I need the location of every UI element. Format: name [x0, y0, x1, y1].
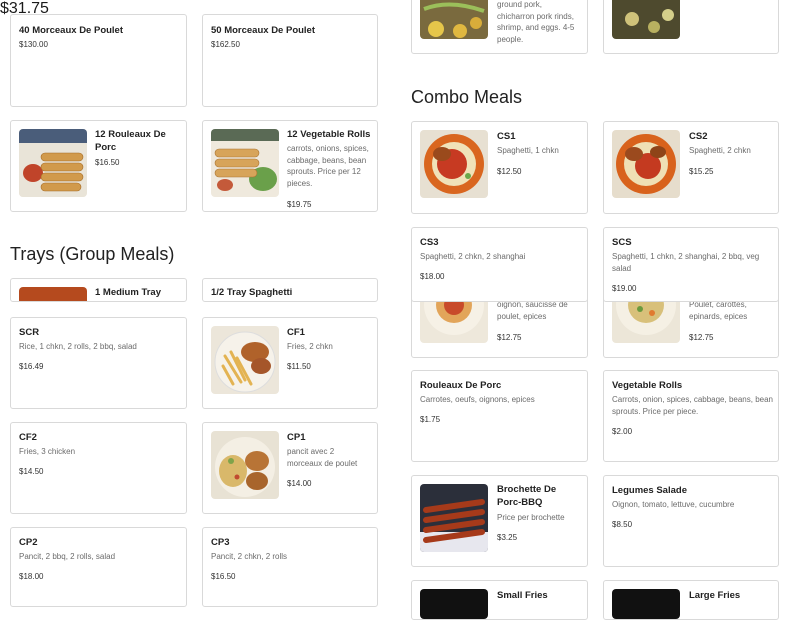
- item-price: $18.00: [420, 272, 445, 281]
- item-price: $2.00: [612, 427, 633, 436]
- item-name: 12 Vegetable Rolls: [287, 129, 371, 140]
- item-name: 1 Medium Tray: [95, 287, 161, 298]
- item-description: carrots, onions, spices, cabbage, beans,…: [287, 144, 369, 188]
- item-name: CS3: [420, 237, 439, 248]
- item-name: 1/2 Tray Spaghetti: [211, 287, 293, 298]
- item-image-spaghetti-chicken: [420, 130, 488, 198]
- menu-item-brochette[interactable]: Brochette De Porc-BBQ Price per brochett…: [411, 475, 588, 567]
- item-description: Fries, 3 chicken: [19, 447, 76, 456]
- item-name: Rouleaux De Porc: [420, 380, 502, 391]
- item-price: $15.25: [689, 167, 714, 176]
- item-name: CP1: [287, 432, 306, 443]
- menu-item-vegetable-rolls[interactable]: Vegetable Rolls Carrots, onion, spices, …: [603, 370, 779, 462]
- item-description: Rice, 1 chkn, 2 rolls, 2 bbq, salad: [19, 342, 137, 351]
- item-name: 50 Morceaux De Poulet: [211, 25, 316, 36]
- item-name: SCR: [19, 327, 40, 338]
- menu-item-cf1[interactable]: CF1 Fries, 2 chkn $11.50: [202, 317, 378, 409]
- menu-item-scr[interactable]: SCR Rice, 1 chkn, 2 rolls, 2 bbq, salad …: [10, 317, 187, 409]
- item-description: Spaghetti, 1 chkn: [497, 146, 559, 155]
- item-image-pancit-chicken: [211, 431, 279, 499]
- item-description: Spaghetti, 2 chkn: [689, 146, 751, 155]
- item-price: $16.50: [211, 572, 236, 581]
- item-image-veg-rolls: [211, 129, 279, 197]
- menu-item-cs3[interactable]: CS3 Spaghetti, 2 chkn, 2 shanghai $18.00: [411, 227, 588, 302]
- item-name: CS1: [497, 131, 516, 142]
- item-price: $19.00: [612, 284, 637, 293]
- item-name: Vegetable Rolls: [612, 380, 683, 391]
- item-name: CS2: [689, 131, 708, 142]
- item-name: 40 Morceaux De Poulet: [19, 25, 124, 36]
- item-image-large-fries: [612, 589, 680, 619]
- item-description: Oignon, tomato, lettuve, cucumbre: [612, 500, 735, 509]
- item-description: Carrotes, oeufs, oignons, epices: [420, 395, 535, 404]
- item-price: $12.75: [497, 333, 522, 342]
- menu-item-40-morceaux[interactable]: 40 Morceaux De Poulet $130.00: [10, 14, 187, 107]
- menu-item-cs2[interactable]: CS2 Spaghetti, 2 chkn $15.25: [603, 121, 779, 214]
- item-name: Legumes Salade: [612, 485, 687, 496]
- menu-item-12-rouleaux[interactable]: 12 Rouleaux De Porc $16.50: [10, 120, 187, 212]
- item-name: Large Fries: [689, 590, 741, 601]
- item-description: Spaghetti, 1 chkn, 2 shanghai, 2 bbq, ve…: [612, 252, 760, 273]
- section-title-trays: Trays (Group Meals): [10, 244, 175, 264]
- item-price: $18.00: [19, 572, 44, 581]
- item-price: $3.25: [497, 533, 518, 542]
- item-price: $130.00: [19, 40, 48, 49]
- menu-item-legumes-salade[interactable]: Legumes Salade Oignon, tomato, lettuve, …: [603, 475, 779, 567]
- item-image-tray-food-2: [612, 0, 680, 39]
- item-name: 12 Rouleaux De Porc: [95, 129, 166, 153]
- item-description: Price per brochette: [497, 513, 565, 522]
- item-name: Brochette De Porc-BBQ: [497, 484, 557, 508]
- item-image-small-fries: [420, 589, 488, 619]
- item-description: pancit avec 2 morceaux de poulet: [287, 447, 358, 468]
- menu-item-1-medium-tray[interactable]: 1 Medium Tray: [10, 278, 187, 302]
- menu-item-cf2[interactable]: CF2 Fries, 3 chicken $14.50: [10, 422, 187, 514]
- item-description: ground pork, chicharron pork rinds, shri…: [497, 0, 575, 44]
- item-price: $12.50: [497, 167, 522, 176]
- menu-item-cp1[interactable]: CP1 pancit avec 2 morceaux de poulet $14…: [202, 422, 378, 514]
- item-description: Pancit, 2 chkn, 2 rolls: [211, 552, 288, 561]
- item-name: CF2: [19, 432, 37, 443]
- menu-item-small-fries[interactable]: Small Fries: [411, 580, 588, 620]
- menu-item-cp3[interactable]: CP3 Pancit, 2 chkn, 2 rolls $16.50: [202, 527, 378, 607]
- item-image-fries-chicken: [211, 326, 279, 394]
- item-image-spring-rolls: [19, 129, 87, 197]
- item-price: $16.50: [95, 158, 120, 167]
- item-description: Fries, 2 chkn: [287, 342, 333, 351]
- item-price: $19.75: [287, 200, 312, 209]
- menu-item-top-tray-2[interactable]: [603, 0, 779, 54]
- item-image-bbq-skewers: [420, 484, 488, 552]
- item-price: $1.75: [420, 415, 441, 424]
- menu-item-rouleaux-de-porc[interactable]: Rouleaux De Porc Carrotes, oeufs, oignon…: [411, 370, 588, 462]
- item-price: $11.50: [287, 362, 311, 371]
- menu-item-large-fries[interactable]: Large Fries: [603, 580, 779, 620]
- item-description: Poulet, carottes, epinards, epices: [689, 300, 748, 321]
- menu-item-50-morceaux[interactable]: 50 Morceaux De Poulet $162.50: [202, 14, 378, 107]
- item-description: Carrots, onion, spices, cabbage, beans, …: [612, 395, 773, 416]
- item-image-spaghetti-chicken-2: [612, 130, 680, 198]
- section-title-combo: Combo Meals: [411, 87, 523, 107]
- item-price: $16.49: [19, 362, 44, 371]
- item-image-tray-food: [420, 0, 488, 39]
- menu-item-12-vegetable-rolls[interactable]: 12 Vegetable Rolls carrots, onions, spic…: [202, 120, 378, 212]
- item-price: $8.50: [612, 520, 633, 529]
- menu-item-cs1[interactable]: CS1 Spaghetti, 1 chkn $12.50: [411, 121, 588, 214]
- item-name: CF1: [287, 327, 305, 338]
- menu-item-cp2[interactable]: CP2 Pancit, 2 bbq, 2 rolls, salad $18.00: [10, 527, 187, 607]
- item-price: $12.75: [689, 333, 714, 342]
- item-name: SCS: [612, 237, 632, 248]
- item-price: $162.50: [211, 40, 240, 49]
- menu-item-scs[interactable]: SCS Spaghetti, 1 chkn, 2 shanghai, 2 bbq…: [603, 227, 779, 302]
- item-name: CP2: [19, 537, 38, 548]
- item-description: oignon, saucisse de poulet, epices: [497, 300, 568, 321]
- item-price: $14.00: [287, 479, 312, 488]
- menu-item-half-tray-spaghetti[interactable]: 1/2 Tray Spaghetti: [202, 278, 378, 302]
- item-description: Pancit, 2 bbq, 2 rolls, salad: [19, 552, 116, 561]
- item-price: $14.50: [19, 467, 44, 476]
- menu-item-top-tray[interactable]: ground pork, chicharron pork rinds, shri…: [411, 0, 588, 54]
- item-description: Spaghetti, 2 chkn, 2 shanghai: [420, 252, 526, 261]
- item-name: CP3: [211, 537, 230, 548]
- item-name: Small Fries: [497, 590, 548, 601]
- item-image-tray: [19, 287, 87, 301]
